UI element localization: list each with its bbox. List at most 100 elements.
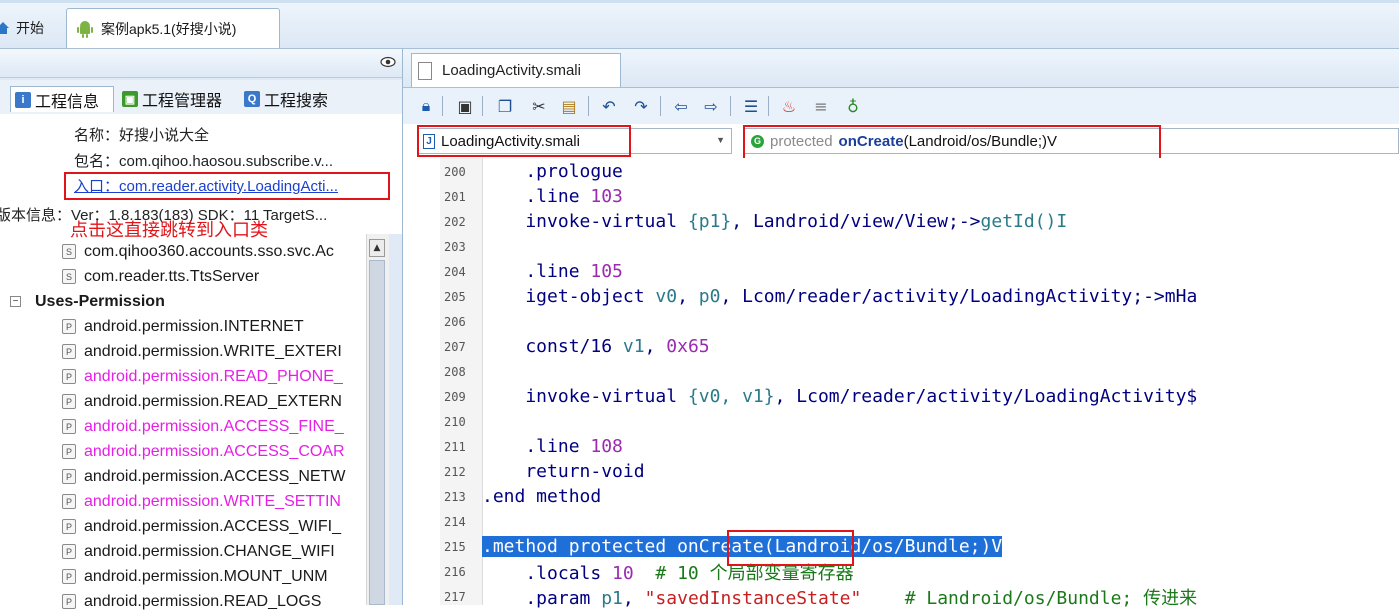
tree-item[interactable]: Pandroid.permission.WRITE_SETTIN [0, 489, 366, 514]
tree-item[interactable]: Pandroid.permission.ACCESS_WIFI_ [0, 514, 366, 539]
copy-icon[interactable]: ❐ [494, 94, 516, 118]
oncreate-highlight-box [727, 530, 854, 566]
tab-project-manager-label: 工程管理器 [142, 93, 223, 110]
code-text: const/16 v1, 0x65 [482, 336, 709, 357]
code-text: return-void [482, 461, 644, 482]
scroll-thumb[interactable] [369, 260, 385, 605]
permission-icon: P [62, 344, 76, 359]
code-token: 10 [612, 562, 634, 584]
tab-project-manager[interactable]: ▣ 工程管理器 [118, 86, 236, 112]
tree-item[interactable]: Pandroid.permission.READ_PHONE_ [0, 364, 366, 389]
tree-item-label: android.permission.READ_PHONE_ [84, 367, 343, 385]
code-line[interactable]: 212 return-void [440, 459, 1399, 484]
toolbar-separator [588, 96, 589, 116]
scroll-up-arrow-icon[interactable]: ▲ [369, 239, 385, 257]
tree-item[interactable]: Pandroid.permission.WRITE_EXTERI [0, 339, 366, 364]
tree-item-label: android.permission.READ_EXTERN [84, 392, 342, 410]
service-icon: S [62, 269, 76, 284]
tab-project-search[interactable]: Q 工程搜索 [240, 86, 340, 112]
tree-item[interactable]: Scom.reader.tts.TtsServer [0, 264, 366, 289]
tab-project-label: 案例apk5.1(好搜小说) [101, 20, 237, 37]
code-token: .line [482, 261, 591, 282]
tree-item[interactable]: Pandroid.permission.ACCESS_FINE_ [0, 414, 366, 439]
project-panel-header [0, 49, 402, 78]
line-number: 214 [444, 514, 466, 529]
undo-icon[interactable]: ↶ [598, 94, 620, 118]
code-token: iget-object [482, 286, 656, 307]
code-token: , [622, 587, 645, 609]
redo-icon[interactable]: ↷ [630, 94, 652, 118]
code-line[interactable]: 207 const/16 v1, 0x65 [440, 334, 1399, 359]
line-number: 208 [444, 364, 466, 379]
permission-icon: P [62, 444, 76, 459]
list-icon[interactable]: ≡ [810, 94, 832, 118]
tab-project-info[interactable]: i 工程信息 [10, 86, 114, 112]
tree-item[interactable]: Pandroid.permission.INTERNET [0, 314, 366, 339]
tree-item-label: android.permission.READ_LOGS [84, 592, 322, 610]
code-token: .line [482, 436, 591, 457]
code-line[interactable]: 211 .line 108 [440, 434, 1399, 459]
paste-icon[interactable]: ▤ [558, 94, 580, 118]
code-line[interactable]: 215 .method protected onCreate(Landroid/o… [440, 534, 1399, 559]
code-line[interactable]: 201 .line 103 [440, 184, 1399, 209]
code-line[interactable]: 200 .prologue [440, 159, 1399, 184]
file-icon [418, 61, 432, 80]
java-icon[interactable]: ♨ [778, 94, 800, 118]
tree-item[interactable]: Pandroid.permission.READ_EXTERN [0, 389, 366, 414]
code-token: .prologue [482, 161, 623, 182]
code-line[interactable]: 205 iget-object v0, p0, Lcom/reader/acti… [440, 284, 1399, 309]
cut-icon[interactable]: ✂ [528, 94, 550, 118]
toolbar-separator [660, 96, 661, 116]
tab-project[interactable]: 案例apk5.1(好搜小说) [66, 8, 280, 48]
code-line[interactable]: 209 invoke-virtual {v0, v1}, Lcom/reader… [440, 384, 1399, 409]
line-number: 202 [444, 214, 466, 229]
code-line[interactable]: 208 [440, 359, 1399, 384]
code-text: .prologue [482, 161, 623, 182]
format-icon[interactable]: ☰ [740, 94, 762, 118]
code-line[interactable]: 216 .locals 10 # 10 个局部变量寄存器 [440, 559, 1399, 584]
build-icon[interactable]: ♁ [842, 94, 864, 118]
code-token: 103 [590, 186, 623, 207]
line-number: 201 [444, 189, 466, 204]
code-line[interactable]: 214 [440, 509, 1399, 534]
code-line[interactable]: 217 .param p1, "savedInstanceState" # La… [440, 584, 1399, 609]
code-token: invoke-virtual [482, 211, 688, 232]
tree-item[interactable]: Pandroid.permission.ACCESS_NETW [0, 464, 366, 489]
info-icon: i [15, 91, 31, 108]
tree-item[interactable]: Pandroid.permission.ACCESS_COAR [0, 439, 366, 464]
code-line[interactable]: 204 .line 105 [440, 259, 1399, 284]
toolbar-separator [730, 96, 731, 116]
code-text: invoke-virtual {v0, v1}, Lcom/reader/act… [482, 386, 1197, 407]
code-line[interactable]: 206 [440, 309, 1399, 334]
line-number: 212 [444, 464, 466, 479]
tab-start[interactable]: 开始 [0, 8, 62, 48]
tree-scrollbar[interactable]: ▲ [366, 234, 389, 605]
code-line[interactable]: 203 [440, 234, 1399, 259]
code-line[interactable]: 202 invoke-virtual {p1}, Landroid/view/V… [440, 209, 1399, 234]
code-token: invoke-virtual [482, 386, 688, 407]
eye-icon[interactable] [380, 56, 396, 68]
code-text: .param p1, "savedInstanceState" # Landro… [482, 584, 1197, 610]
tree-item[interactable]: Scom.qihoo360.accounts.sso.svc.Ac [0, 239, 366, 264]
collapse-icon[interactable]: − [10, 296, 21, 307]
code-line[interactable]: 210 [440, 409, 1399, 434]
save-icon[interactable]: ▣ [454, 94, 476, 118]
chevron-down-icon[interactable]: ▼ [716, 135, 725, 145]
line-number: 204 [444, 264, 466, 279]
code-text: .line 108 [482, 436, 623, 457]
back-arrow-icon[interactable]: ⇦ [670, 94, 692, 118]
code-token: v0 [655, 286, 678, 307]
tree-item[interactable]: Pandroid.permission.MOUNT_UNM [0, 564, 366, 589]
tree-item-label: android.permission.ACCESS_NETW [84, 467, 346, 485]
forward-arrow-icon[interactable]: ⇨ [700, 94, 722, 118]
tree-item[interactable]: Pandroid.permission.CHANGE_WIFI [0, 539, 366, 564]
tab-loading-activity-smali[interactable]: LoadingActivity.smali [411, 53, 621, 87]
code-text: .line 105 [482, 261, 623, 282]
code-line[interactable]: 213 .end method [440, 484, 1399, 509]
tree-item-label: android.permission.INTERNET [84, 317, 304, 335]
lock-icon[interactable]: 🔒︎ [415, 94, 437, 118]
code-token: .end method [482, 486, 602, 507]
code-token: const/16 [482, 336, 623, 357]
tree-item[interactable]: Pandroid.permission.READ_LOGS [0, 589, 366, 614]
tree-group[interactable]: − Uses-Permission [0, 289, 366, 314]
